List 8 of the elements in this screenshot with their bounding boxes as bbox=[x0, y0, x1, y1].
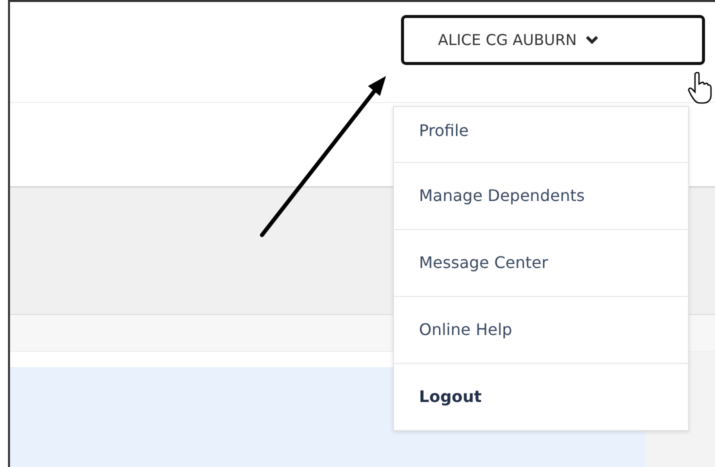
menu-item[interactable]: Profile bbox=[394, 107, 688, 162]
hand-cursor-icon bbox=[688, 72, 712, 104]
menu-item[interactable]: Message Center bbox=[394, 229, 688, 296]
menu-item[interactable]: Online Help bbox=[394, 296, 688, 363]
user-menu-button[interactable]: ALICE CG AUBURN bbox=[401, 15, 705, 65]
menu-item[interactable]: Logout bbox=[394, 363, 688, 430]
menu-item[interactable]: Manage Dependents bbox=[394, 162, 688, 229]
chevron-down-icon bbox=[584, 35, 599, 45]
